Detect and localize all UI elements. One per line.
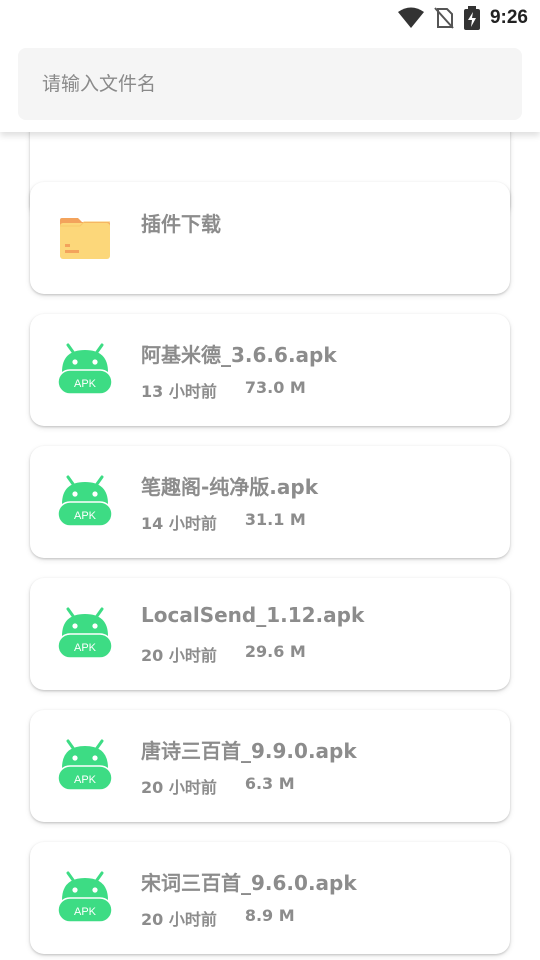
file-name: 唐诗三百首_9.9.0.apk [141,739,357,763]
search-header [0,36,540,132]
file-name: 插件下载 [141,212,221,236]
file-size: 8.9 M [244,906,295,925]
file-time: 14 小时前 [141,514,217,533]
file-item-apk[interactable]: APK 笔趣阁-纯净版.apk 14 小时前 31.1 M [30,446,510,558]
search-input[interactable] [42,48,502,120]
file-time: 20 小时前 [141,910,217,929]
file-size: 6.3 M [244,774,295,793]
search-box[interactable] [18,48,522,120]
file-size: 31.1 M [244,510,306,529]
svg-text:APK: APK [74,378,97,390]
file-meta: 20 小时前 6.3 M [141,774,295,798]
wifi-icon [397,7,424,28]
status-time: 9:26 [489,7,528,28]
svg-text:APK: APK [74,774,97,786]
file-item-apk[interactable]: APK 宋词三百首_9.6.0.apk 20 小时前 8.9 M [30,842,510,954]
status-icons: 9:26 [397,4,528,32]
apk-icon: APK [57,343,113,395]
file-meta: 14 小时前 31.1 M [141,510,306,534]
file-item-apk[interactable]: APK LocalSend_1.12.apk 20 小时前 29.6 M [30,578,510,690]
no-sim-icon [434,7,454,29]
apk-icon: APK [57,607,113,659]
file-list[interactable]: 插件下载 APK 阿基米德_3.6.6.apk 13 小时前 73.0 M AP… [0,56,540,960]
status-bar: 9:26 [0,0,540,36]
svg-text:APK: APK [74,906,97,918]
file-meta: 13 小时前 73.0 M [141,378,306,402]
file-time: 20 小时前 [141,646,217,665]
file-name: 阿基米德_3.6.6.apk [141,343,337,367]
folder-icon [60,218,110,259]
file-size: 73.0 M [244,378,306,397]
file-name: 笔趣阁-纯净版.apk [141,475,319,499]
apk-icon: APK [57,739,113,791]
file-name: 宋词三百首_9.6.0.apk [141,871,357,895]
file-time: 13 小时前 [141,382,217,401]
file-meta: 20 小时前 8.9 M [141,906,295,930]
file-meta: 20 小时前 29.6 M [141,642,306,666]
svg-text:APK: APK [74,642,97,654]
battery-charging-icon [463,6,480,30]
file-time: 20 小时前 [141,778,217,797]
file-size: 29.6 M [244,642,306,661]
file-item-apk[interactable]: APK 阿基米德_3.6.6.apk 13 小时前 73.0 M [30,314,510,426]
svg-text:APK: APK [74,510,97,522]
file-name: LocalSend_1.12.apk [141,603,365,627]
file-item-apk[interactable]: APK 唐诗三百首_9.9.0.apk 20 小时前 6.3 M [30,710,510,822]
file-item-folder[interactable]: 插件下载 [30,182,510,294]
apk-icon: APK [57,871,113,923]
apk-icon: APK [57,475,113,527]
